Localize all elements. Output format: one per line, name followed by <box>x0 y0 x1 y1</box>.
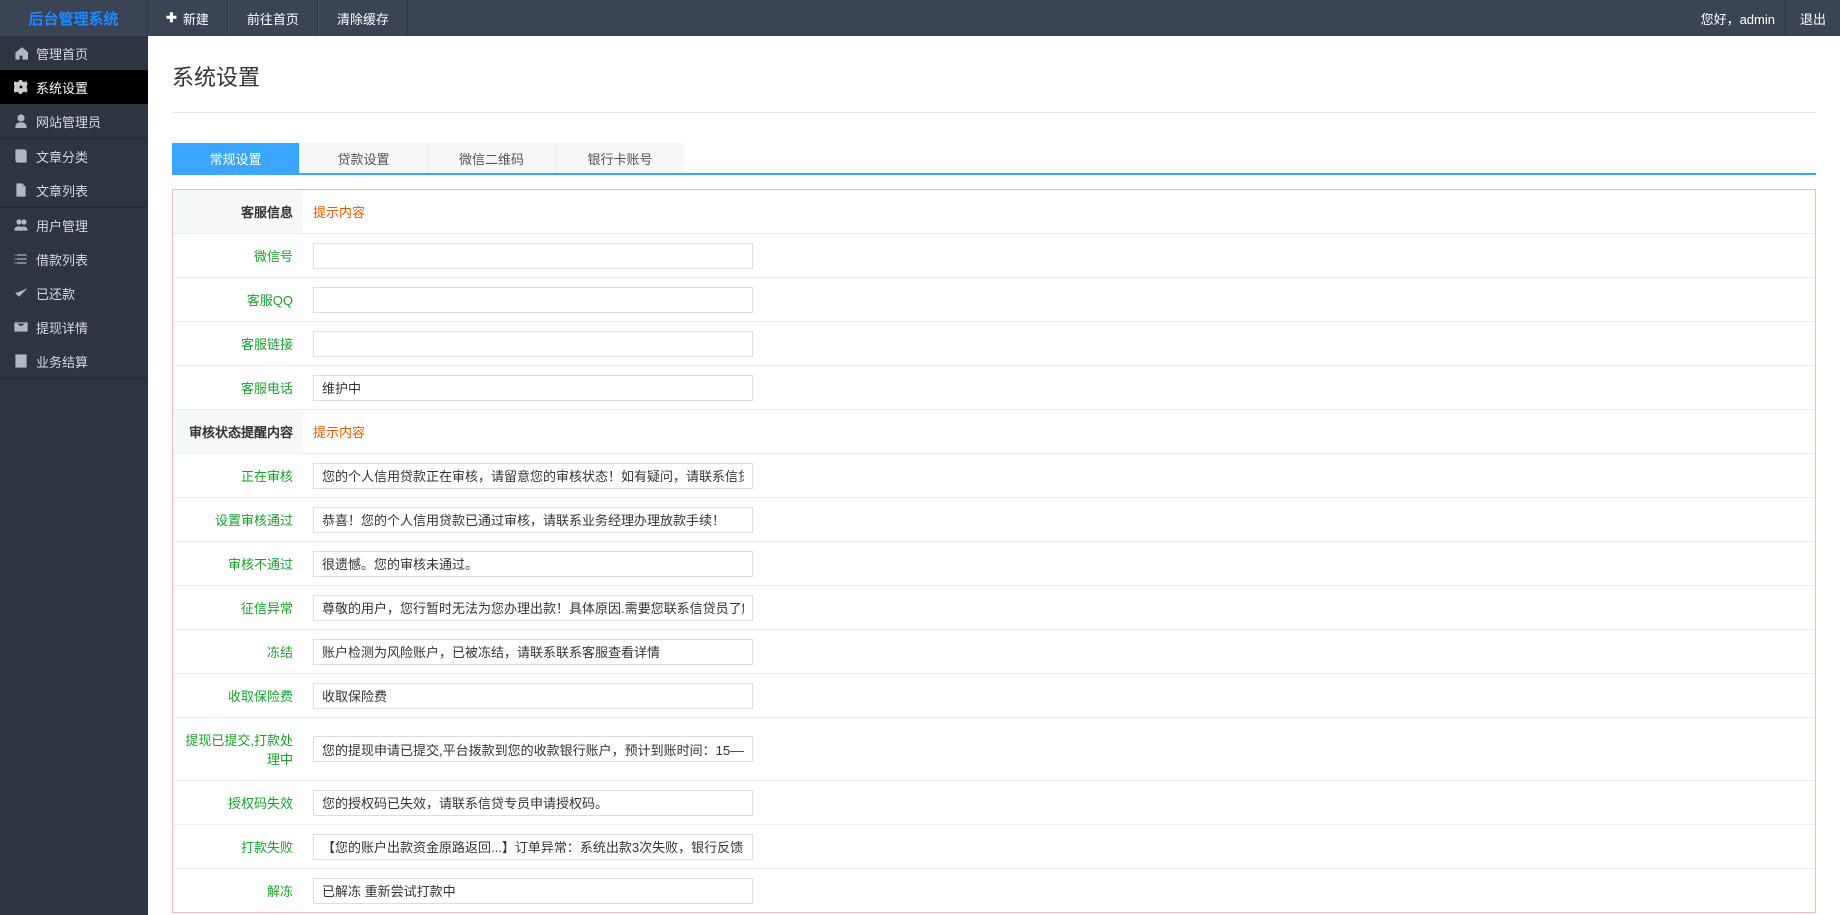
fail-label: 审核不通过 <box>173 542 303 585</box>
mail-icon <box>12 320 30 334</box>
sidebar-item-calc[interactable]: 业务结算 <box>0 344 148 378</box>
title-divider <box>172 112 1816 113</box>
go-home-button[interactable]: 前往首页 <box>228 0 318 36</box>
credit-label: 征信异常 <box>173 586 303 629</box>
content-area: 系统设置 常规设置贷款设置微信二维码银行卡账号 客服信息 提示内容 微信号 客服… <box>148 36 1840 915</box>
page-title: 系统设置 <box>172 54 1816 112</box>
brand-logo[interactable]: 后台管理系统 <box>0 0 148 36</box>
topbar-right: 您好，admin 退出 <box>1677 0 1840 36</box>
phone-input[interactable] <box>313 375 753 401</box>
sidebar-item-users[interactable]: 用户管理 <box>0 208 148 242</box>
sidebar-item-file[interactable]: 文章列表 <box>0 173 148 207</box>
sidebar-item-gear[interactable]: 系统设置 <box>0 70 148 104</box>
topbar: 后台管理系统 ✚ 新建 前往首页 清除缓存 您好，admin 退出 <box>0 0 1840 36</box>
unfreeze-label: 解冻 <box>173 869 303 912</box>
tabs: 常规设置贷款设置微信二维码银行卡账号 <box>172 143 1816 173</box>
sidebar-item-label: 管理首页 <box>36 44 88 63</box>
sidebar-item-label: 已还款 <box>36 284 75 303</box>
wechat-input[interactable] <box>313 243 753 269</box>
passed-input[interactable] <box>313 507 753 533</box>
home-icon <box>12 46 30 60</box>
logout-button[interactable]: 退出 <box>1785 0 1840 36</box>
new-button[interactable]: ✚ 新建 <box>148 0 228 36</box>
link-input[interactable] <box>313 331 753 357</box>
section-customer-service: 客服信息 提示内容 <box>173 190 1815 233</box>
tab-0[interactable]: 常规设置 <box>172 143 300 173</box>
section-label: 审核状态提醒内容 <box>173 410 303 453</box>
sidebar: 管理首页系统设置网站管理员文章分类文章列表用户管理借款列表已还款提现详情业务结算 <box>0 36 148 915</box>
sidebar-item-label: 用户管理 <box>36 216 88 235</box>
sidebar-item-label: 借款列表 <box>36 250 88 269</box>
payfail-input[interactable] <box>313 834 753 860</box>
sidebar-item-list[interactable]: 借款列表 <box>0 242 148 276</box>
auth-input[interactable] <box>313 790 753 816</box>
sidebar-item-label: 网站管理员 <box>36 112 101 131</box>
section-label: 客服信息 <box>173 190 303 233</box>
users-icon <box>12 218 30 232</box>
sidebar-item-check[interactable]: 已还款 <box>0 276 148 310</box>
reviewing-label: 正在审核 <box>173 454 303 497</box>
auth-label: 授权码失效 <box>173 781 303 824</box>
link-label: 客服链接 <box>173 322 303 365</box>
passed-label: 设置审核通过 <box>173 498 303 541</box>
sidebar-item-label: 文章分类 <box>36 147 88 166</box>
sidebar-item-label: 文章列表 <box>36 181 88 200</box>
qq-label: 客服QQ <box>173 278 303 321</box>
withdraw-input[interactable] <box>313 736 753 762</box>
greeting-text: 您好，admin <box>1691 9 1785 28</box>
section-audit-status: 审核状态提醒内容 提示内容 <box>173 409 1815 453</box>
freeze-input[interactable] <box>313 639 753 665</box>
clear-cache-button[interactable]: 清除缓存 <box>318 0 408 36</box>
unfreeze-input[interactable] <box>313 878 753 904</box>
wechat-label: 微信号 <box>173 234 303 277</box>
sidebar-item-home[interactable]: 管理首页 <box>0 36 148 70</box>
sidebar-divider <box>0 378 148 379</box>
plus-icon: ✚ <box>166 10 177 26</box>
insure-input[interactable] <box>313 683 753 709</box>
gear-icon <box>12 80 30 94</box>
freeze-label: 冻结 <box>173 630 303 673</box>
sidebar-item-user[interactable]: 网站管理员 <box>0 104 148 138</box>
list-icon <box>12 252 30 266</box>
section-tip: 提示内容 <box>313 422 365 441</box>
qq-input[interactable] <box>313 287 753 313</box>
insure-label: 收取保险费 <box>173 674 303 717</box>
credit-input[interactable] <box>313 595 753 621</box>
sidebar-item-label: 提现详情 <box>36 318 88 337</box>
payfail-label: 打款失败 <box>173 825 303 868</box>
sidebar-item-book[interactable]: 文章分类 <box>0 139 148 173</box>
calc-icon <box>12 354 30 368</box>
reviewing-input[interactable] <box>313 463 753 489</box>
tab-1[interactable]: 贷款设置 <box>300 143 428 173</box>
fail-input[interactable] <box>313 551 753 577</box>
sidebar-item-label: 业务结算 <box>36 352 88 371</box>
sidebar-item-mail[interactable]: 提现详情 <box>0 310 148 344</box>
top-menu: ✚ 新建 前往首页 清除缓存 <box>148 0 408 36</box>
new-button-label: 新建 <box>183 9 209 28</box>
phone-label: 客服电话 <box>173 366 303 409</box>
sidebar-item-label: 系统设置 <box>36 78 88 97</box>
file-icon <box>12 183 30 197</box>
settings-form: 客服信息 提示内容 微信号 客服QQ 客服链接 客服电话 <box>172 189 1816 913</box>
book-icon <box>12 149 30 163</box>
user-icon <box>12 114 30 128</box>
check-icon <box>12 286 30 300</box>
section-tip: 提示内容 <box>313 202 365 221</box>
tab-3[interactable]: 银行卡账号 <box>556 143 684 173</box>
withdraw-label: 提现已提交,打款处理中 <box>173 718 303 780</box>
tab-2[interactable]: 微信二维码 <box>428 143 556 173</box>
